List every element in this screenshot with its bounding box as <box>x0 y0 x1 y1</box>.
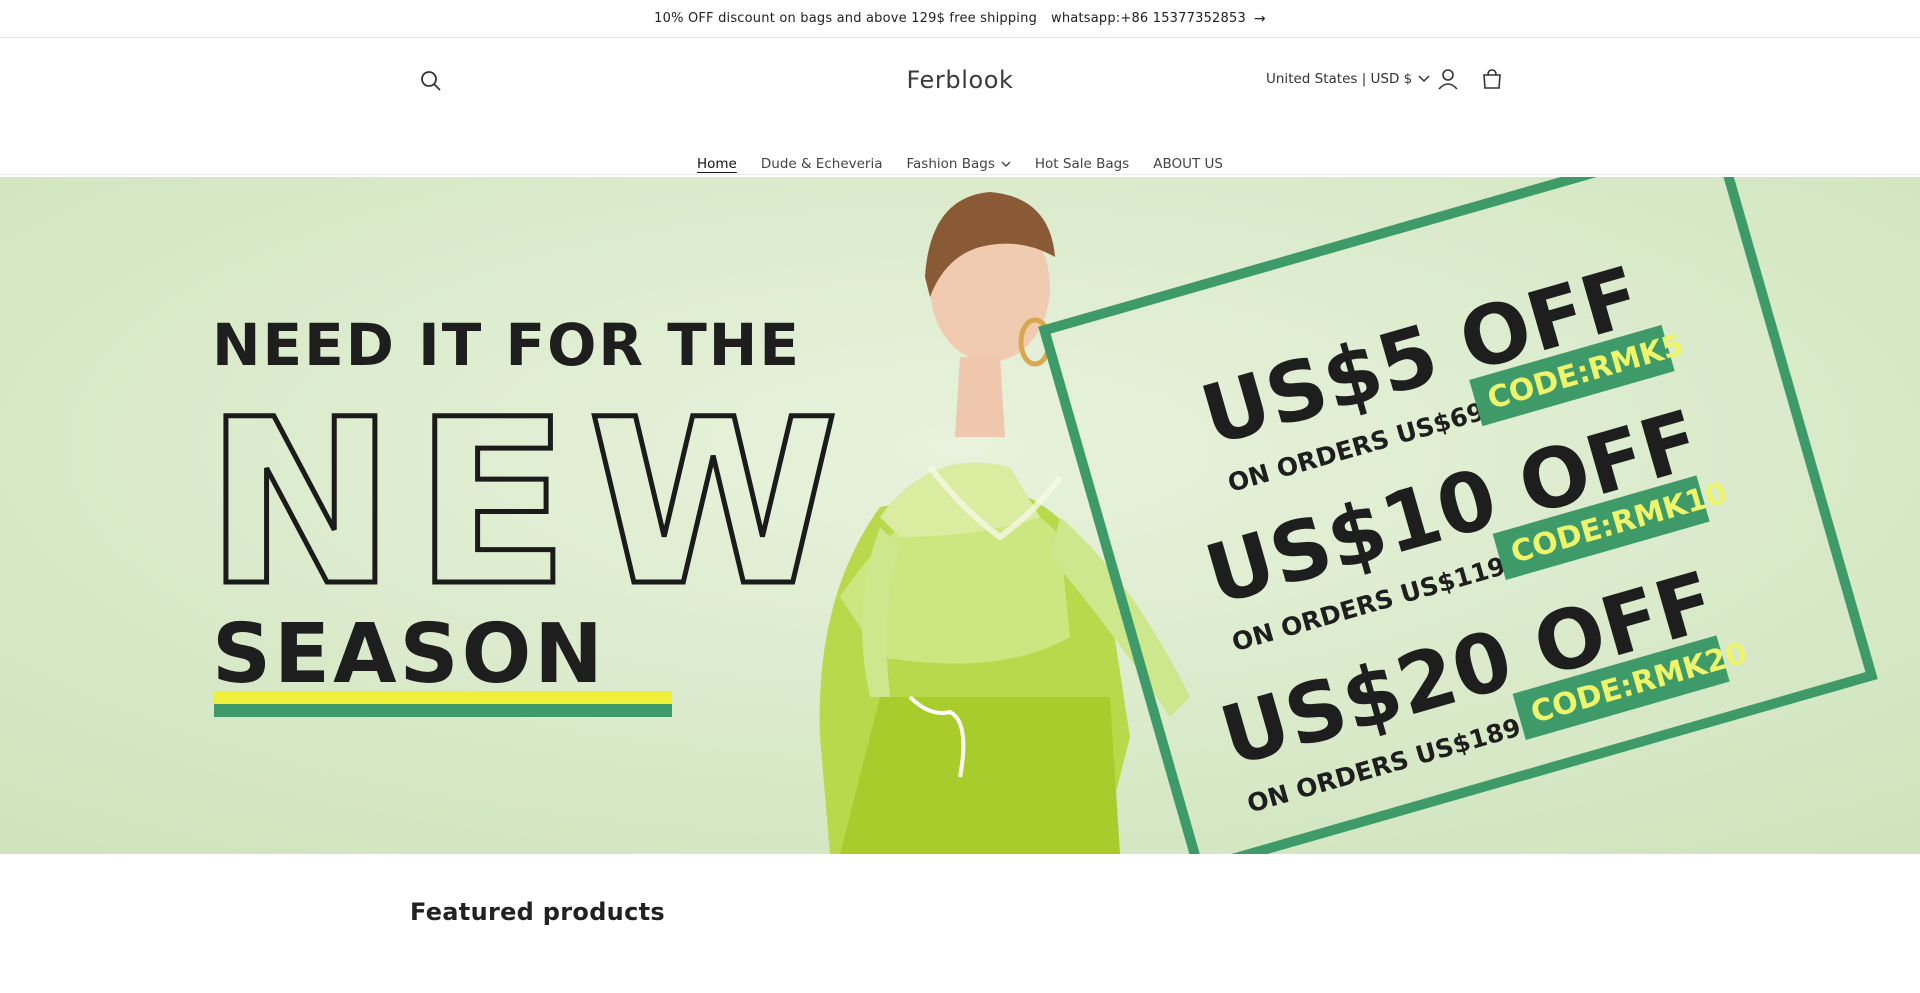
brand-logo[interactable]: Ferblook <box>0 66 1920 94</box>
nav-item-about-us[interactable]: ABOUT US <box>1153 152 1223 176</box>
featured-products-heading: Featured products <box>410 898 665 926</box>
announcement-text: 10% OFF discount on bags and above 129$ … <box>654 11 1038 26</box>
locale-label: United States | USD $ <box>1266 71 1413 87</box>
cart-icon[interactable] <box>1479 66 1505 92</box>
nav-label: ABOUT US <box>1153 156 1223 172</box>
chevron-down-icon <box>1418 71 1430 87</box>
nav-label: Fashion Bags <box>906 156 995 172</box>
nav-item-dude-echeveria[interactable]: Dude & Echeveria <box>761 152 883 176</box>
hero-banner[interactable]: NEED IT FOR THE NEW SEASON US$5 OFF ON O… <box>0 177 1920 854</box>
underline-yellow <box>214 691 672 704</box>
hero-artwork: NEED IT FOR THE NEW SEASON US$5 OFF ON O… <box>0 177 1920 854</box>
nav-label: Home <box>697 156 737 172</box>
nav-label: Dude & Echeveria <box>760 156 883 172</box>
nav-item-fashion-bags[interactable]: Fashion Bags <box>907 152 1011 176</box>
underline-green <box>214 704 672 717</box>
site-header: Ferblook United States | USD $ Home Dude… <box>0 38 1920 175</box>
main-navigation: Home Dude & Echeveria Fashion Bags Hot S… <box>0 152 1920 176</box>
nav-item-home[interactable]: Home <box>697 152 737 176</box>
announcement-bar[interactable]: 10% OFF discount on bags and above 129$ … <box>0 0 1920 38</box>
nav-label: Hot Sale Bags <box>1034 156 1130 172</box>
account-icon[interactable] <box>1435 66 1461 92</box>
brand-name[interactable]: Ferblook <box>906 66 1013 94</box>
headline-line-3: SEASON <box>212 607 606 702</box>
headline-line-1: NEED IT FOR THE <box>212 311 801 379</box>
locale-selector[interactable]: United States | USD $ <box>1266 71 1430 87</box>
chevron-down-icon <box>1001 156 1011 172</box>
arrow-right-icon[interactable]: → <box>1254 11 1266 27</box>
headline-line-2: NEW <box>205 370 857 636</box>
header-top-row: Ferblook United States | USD $ <box>0 38 1920 123</box>
nav-item-hot-sale-bags[interactable]: Hot Sale Bags <box>1035 152 1129 176</box>
announcement-contact[interactable]: whatsapp:+86 15377352853 <box>1051 11 1246 26</box>
